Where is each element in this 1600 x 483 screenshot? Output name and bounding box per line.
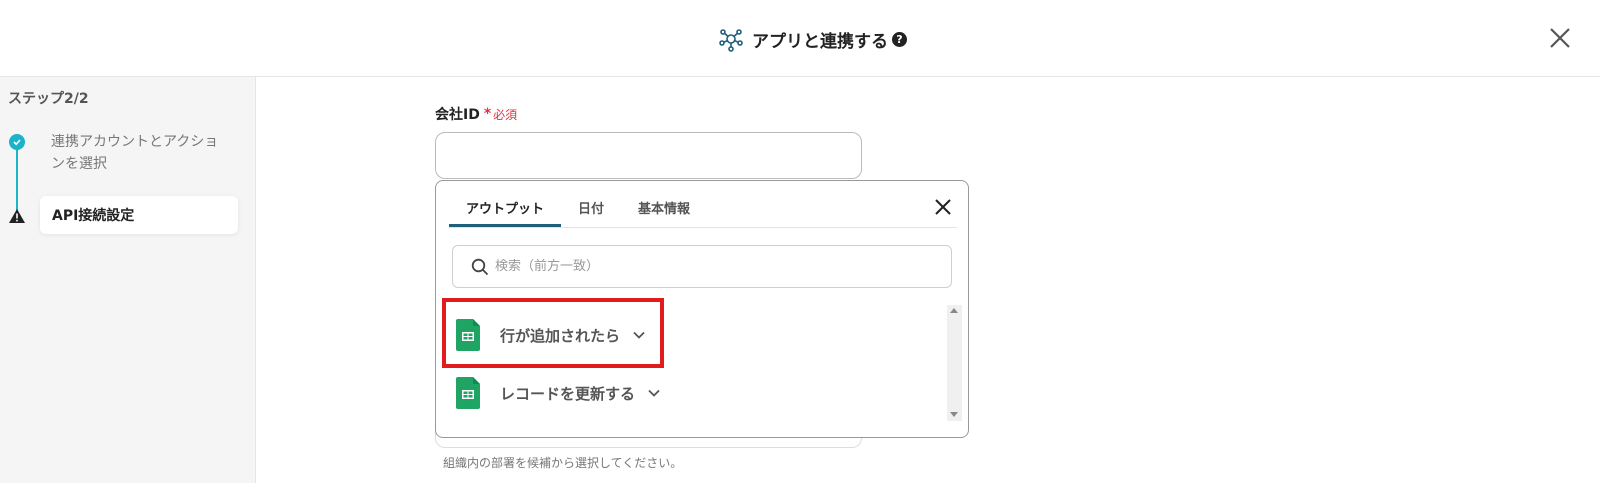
chevron-down-icon	[648, 389, 660, 397]
list-item[interactable]: 行が追加されたら	[456, 313, 646, 357]
tab-bar: アウトプット 日付 基本情報	[449, 181, 707, 227]
sidebar-item-label: API接続設定	[52, 208, 135, 224]
item-label: 行が追加されたら	[500, 326, 621, 345]
hub-icon	[719, 29, 743, 52]
scrollbar[interactable]	[947, 305, 962, 421]
search-field[interactable]	[452, 245, 952, 288]
page-title: アプリと連携する	[752, 31, 888, 52]
required-mark: *	[483, 106, 492, 122]
sidebar: ステップ2/2 連携アカウントとアクションを選択 API接続設定	[0, 77, 256, 483]
step-heading: ステップ2/2	[8, 91, 89, 107]
item-label: レコードを更新する	[500, 384, 636, 403]
tab-basic-info[interactable]: 基本情報	[621, 181, 707, 227]
chevron-down-icon	[633, 331, 645, 339]
search-icon	[471, 258, 489, 275]
scroll-down-icon[interactable]	[950, 412, 958, 417]
sidebar-item-api-settings[interactable]: API接続設定	[40, 196, 238, 234]
company-id-label: 会社ID	[435, 107, 480, 123]
header-title-wrap: アプリと連携する ?	[718, 24, 907, 54]
header: アプリと連携する ?	[0, 0, 1600, 77]
required-text: 必須	[493, 107, 518, 122]
google-sheets-icon	[456, 377, 480, 409]
output-dropdown-panel: アウトプット 日付 基本情報 行が追加されたら	[435, 180, 969, 438]
tab-date[interactable]: 日付	[561, 181, 621, 227]
tab-output[interactable]: アウトプット	[449, 181, 562, 227]
warning-icon	[9, 209, 25, 223]
tabs-divider	[449, 227, 957, 228]
close-icon[interactable]	[934, 198, 952, 216]
company-id-input[interactable]	[435, 132, 862, 179]
help-icon[interactable]: ?	[892, 31, 907, 47]
close-icon[interactable]	[1548, 26, 1572, 50]
scroll-up-icon[interactable]	[950, 308, 958, 313]
check-icon	[9, 134, 25, 150]
google-sheets-icon	[456, 319, 480, 351]
field-label-wrap: 会社ID * 必須	[435, 104, 517, 124]
helper-text: 組織内の部署を候補から選択してください。	[443, 456, 683, 470]
search-input[interactable]	[495, 259, 915, 274]
sidebar-item-select-action[interactable]: 連携アカウントとアクションを選択	[51, 131, 231, 175]
list-item[interactable]: レコードを更新する	[456, 371, 661, 415]
step-connector	[16, 145, 18, 211]
